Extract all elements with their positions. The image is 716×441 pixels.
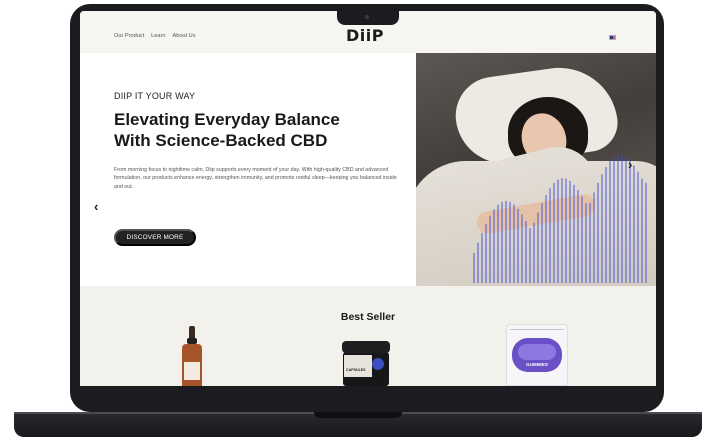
hero-eyebrow: DIIP IT YOUR WAY [114, 91, 196, 101]
gummies-pouch-icon[interactable]: GUMMIES [506, 324, 568, 386]
website-screen: Our Product Learn About Us DiiP DIIP IT … [80, 11, 656, 386]
hero-description: From morning focus to nighttime calm, Di… [114, 167, 397, 190]
laptop-base [14, 412, 702, 437]
nav-link-about-us[interactable]: About Us [172, 33, 195, 39]
hero-image [416, 53, 656, 286]
hero-section: DIIP IT YOUR WAY Elevating Everyday Bala… [80, 53, 416, 286]
capsule-jar-icon[interactable]: CAPSULES [342, 341, 390, 386]
headline-line-1: Elevating Everyday Balance [114, 110, 340, 129]
brand-logo[interactable]: DiiP [346, 26, 384, 45]
jar-label: CAPSULES [346, 368, 366, 372]
pouch-label: GUMMIES [526, 362, 548, 367]
tincture-bottle-icon[interactable] [180, 326, 204, 386]
nav-link-learn[interactable]: Learn [151, 33, 165, 39]
best-seller-section: Best Seller CAPSULES GUMMIES [80, 286, 656, 386]
main-nav: Our Product Learn About Us [114, 33, 196, 39]
base-groove [314, 412, 402, 418]
us-flag-icon[interactable] [609, 35, 616, 40]
nav-link-our-product[interactable]: Our Product [114, 33, 144, 39]
sound-wave-graphic [473, 155, 647, 283]
headline-line-2: With Science-Backed CBD [114, 131, 328, 150]
chevron-right-icon[interactable]: › [628, 157, 632, 172]
hero-headline: Elevating Everyday Balance With Science-… [114, 109, 414, 151]
camera-icon [365, 15, 369, 19]
best-seller-title: Best Seller [340, 311, 396, 323]
camera-notch [337, 11, 399, 25]
discover-more-button[interactable]: DISCOVER MORE [114, 229, 196, 246]
chevron-left-icon[interactable]: ‹ [94, 199, 98, 214]
